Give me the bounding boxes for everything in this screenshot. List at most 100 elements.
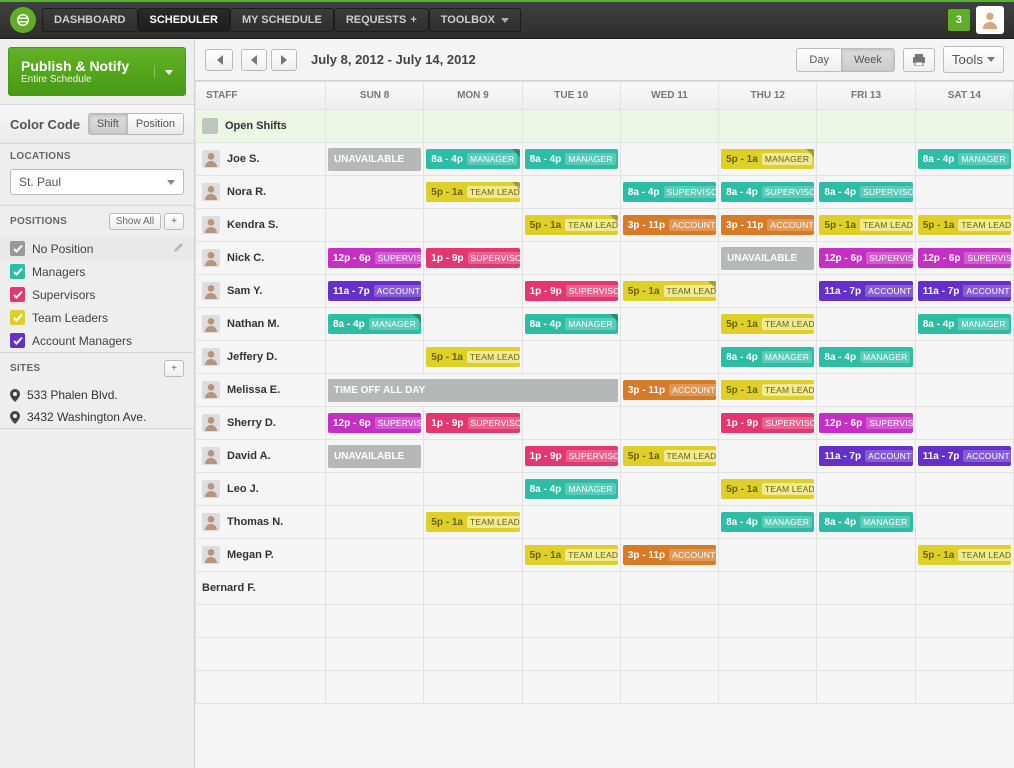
shift-block[interactable]: 5p - 1aTEAM LEADE — [426, 347, 519, 367]
grid-cell[interactable] — [719, 539, 817, 572]
location-select[interactable]: St. Paul — [10, 169, 184, 195]
shift-block[interactable]: 3p - 11pACCOUNT M — [721, 215, 814, 235]
shift-block[interactable]: 11a - 7pACCOUNT M — [819, 281, 912, 301]
grid-cell[interactable]: 8a - 4pMANAGER — [522, 143, 620, 176]
shift-block[interactable]: 11a - 7pACCOUNT M — [819, 446, 912, 466]
grid-cell[interactable] — [326, 176, 424, 209]
nav-my-schedule[interactable]: MY SCHEDULE — [230, 8, 334, 32]
shift-block[interactable]: 5p - 1aTEAM LEADE — [721, 479, 814, 499]
grid-cell[interactable] — [620, 473, 718, 506]
shift-block[interactable]: 1p - 9pSUPERVISO — [426, 413, 519, 433]
position-item[interactable]: Supervisors — [0, 283, 194, 306]
shift-block[interactable]: 12p - 6pSUPERVISO — [918, 248, 1011, 268]
grid-cell[interactable]: 8a - 4pSUPERVISOR — [817, 176, 915, 209]
grid-cell[interactable] — [719, 671, 817, 704]
shift-block[interactable]: 5p - 1aMANAGER — [721, 149, 814, 169]
grid-cell[interactable]: 5p - 1aTEAM LEADE — [719, 308, 817, 341]
grid-cell[interactable] — [424, 572, 522, 605]
grid-cell[interactable] — [915, 638, 1013, 671]
grid-cell[interactable] — [817, 671, 915, 704]
grid-cell[interactable]: 12p - 6pSUPERVISO — [915, 242, 1013, 275]
grid-cell[interactable] — [817, 638, 915, 671]
grid-cell[interactable] — [915, 506, 1013, 539]
grid-cell[interactable]: 12p - 6pSUPERVISO — [817, 407, 915, 440]
grid-cell[interactable]: 8a - 4pMANAGER — [719, 341, 817, 374]
grid-cell[interactable]: 5p - 1aTEAM LEADE — [817, 209, 915, 242]
print-button[interactable] — [903, 48, 935, 72]
grid-cell[interactable]: 1p - 9pSUPERVISO — [424, 407, 522, 440]
grid-cell[interactable] — [915, 605, 1013, 638]
grid-cell[interactable]: 5p - 1aTEAM LEADE — [620, 275, 718, 308]
grid-cell[interactable] — [326, 341, 424, 374]
grid-cell[interactable] — [620, 638, 718, 671]
grid-cell[interactable]: 3p - 11pACCOUNT M — [620, 374, 718, 407]
grid-cell[interactable] — [915, 176, 1013, 209]
grid-cell[interactable] — [915, 473, 1013, 506]
grid-cell[interactable] — [817, 308, 915, 341]
schedule-grid[interactable]: STAFFSUN 8MON 9TUE 10WED 11THU 12FRI 13S… — [195, 81, 1014, 768]
unavailable-block[interactable]: UNAVAILABLE — [328, 148, 421, 171]
grid-cell[interactable]: 1p - 9pSUPERVISO — [522, 440, 620, 473]
grid-cell[interactable] — [522, 605, 620, 638]
publish-dropdown-icon[interactable] — [154, 66, 173, 78]
grid-cell[interactable] — [424, 308, 522, 341]
nav-dashboard[interactable]: DASHBOARD — [42, 8, 138, 32]
user-avatar[interactable] — [976, 6, 1004, 34]
grid-cell[interactable]: UNAVAILABLE — [719, 242, 817, 275]
grid-cell[interactable] — [424, 539, 522, 572]
grid-cell[interactable]: 8a - 4pMANAGER — [424, 143, 522, 176]
shift-block[interactable]: 5p - 1aTEAM LEADE — [623, 446, 716, 466]
shift-block[interactable]: 5p - 1aTEAM LEADE — [623, 281, 716, 301]
grid-cell[interactable] — [326, 473, 424, 506]
grid-cell[interactable] — [620, 572, 718, 605]
grid-cell[interactable] — [424, 275, 522, 308]
shift-block[interactable]: 5p - 1aTEAM LEADE — [525, 215, 618, 235]
shift-block[interactable]: 8a - 4pSUPERVISOR — [819, 182, 912, 202]
grid-cell[interactable]: 5p - 1aTEAM LEADE — [719, 473, 817, 506]
grid-cell[interactable]: 1p - 9pSUPERVISO — [522, 275, 620, 308]
shift-block[interactable]: 12p - 6pSUPERVISO — [819, 248, 912, 268]
grid-cell[interactable]: 3p - 11pACCOUNT M — [620, 209, 718, 242]
grid-cell[interactable] — [424, 209, 522, 242]
shift-block[interactable]: 1p - 9pSUPERVISO — [525, 446, 618, 466]
nav-scheduler[interactable]: SCHEDULER — [138, 8, 230, 32]
grid-cell[interactable] — [424, 605, 522, 638]
add-position-button[interactable]: + — [164, 213, 184, 230]
grid-cell[interactable]: 8a - 4pMANAGER — [817, 506, 915, 539]
grid-cell[interactable]: 11a - 7pACCOUNT M — [915, 275, 1013, 308]
nav-toolbox[interactable]: TOOLBOX — [429, 8, 521, 32]
checkbox-icon[interactable] — [10, 310, 25, 325]
shift-block[interactable]: 8a - 4pSUPERVISOR — [623, 182, 716, 202]
grid-cell[interactable]: 5p - 1aTEAM LEADE — [522, 539, 620, 572]
grid-cell[interactable] — [326, 671, 424, 704]
unavailable-block[interactable]: UNAVAILABLE — [721, 247, 814, 270]
shift-block[interactable]: 5p - 1aTEAM LEADE — [819, 215, 912, 235]
grid-cell[interactable] — [817, 572, 915, 605]
shift-block[interactable]: 5p - 1aTEAM LEADE — [721, 380, 814, 400]
grid-cell[interactable] — [915, 374, 1013, 407]
shift-block[interactable]: 8a - 4pMANAGER — [918, 314, 1011, 334]
shift-block[interactable]: 12p - 6pSUPERVISO — [328, 413, 421, 433]
shift-block[interactable]: 8a - 4pMANAGER — [525, 479, 618, 499]
grid-cell[interactable] — [620, 242, 718, 275]
unavailable-block[interactable]: UNAVAILABLE — [328, 445, 421, 468]
shift-block[interactable]: 3p - 11pACCOUNT M — [623, 545, 716, 565]
grid-cell[interactable] — [620, 605, 718, 638]
grid-cell[interactable]: 8a - 4pMANAGER — [915, 143, 1013, 176]
shift-block[interactable]: 8a - 4pMANAGER — [525, 314, 618, 334]
shift-block[interactable]: 5p - 1aTEAM LEADE — [426, 182, 519, 202]
shift-block[interactable]: 8a - 4pSUPERVISOR — [721, 182, 814, 202]
pencil-icon[interactable] — [173, 242, 184, 256]
grid-cell[interactable] — [915, 572, 1013, 605]
grid-cell[interactable]: 1p - 9pSUPERVISO — [719, 407, 817, 440]
grid-cell[interactable] — [326, 572, 424, 605]
grid-cell[interactable] — [196, 638, 326, 671]
next-button[interactable] — [271, 49, 297, 71]
grid-cell[interactable] — [522, 242, 620, 275]
shift-block[interactable]: 11a - 7pACCOUNT M — [328, 281, 421, 301]
shift-block[interactable]: 3p - 11pACCOUNT M — [623, 380, 716, 400]
checkbox-icon[interactable] — [10, 333, 25, 348]
grid-cell[interactable] — [424, 473, 522, 506]
grid-cell[interactable]: 3p - 11pACCOUNT M — [719, 209, 817, 242]
grid-cell[interactable] — [620, 407, 718, 440]
